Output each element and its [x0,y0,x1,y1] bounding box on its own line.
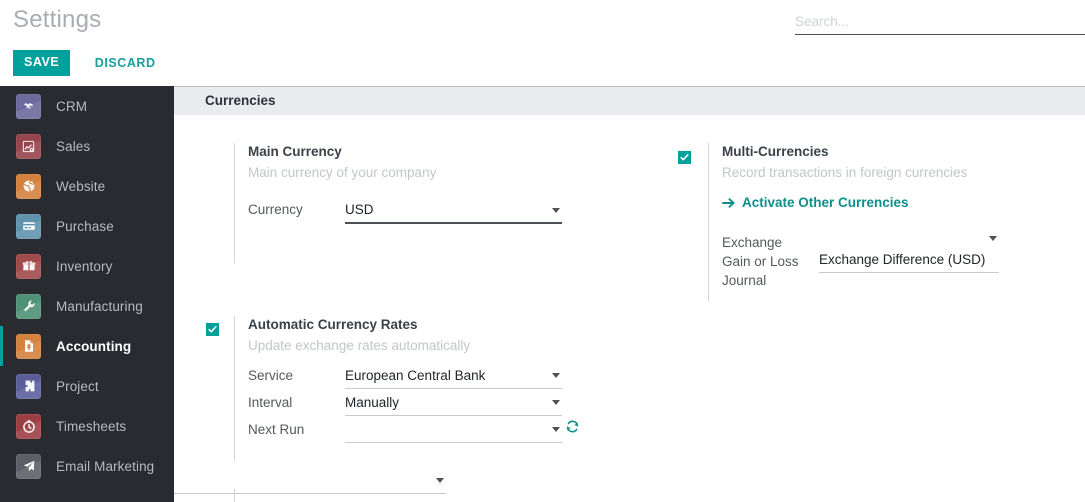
section-title: Currencies [205,93,276,108]
sidebar-item-email-marketing[interactable]: Email Marketing [0,446,174,486]
discard-button[interactable]: DISCARD [93,50,158,76]
exchange-journal-value: Exchange Difference (USD) [819,250,999,273]
sidebar-item-label: Project [56,378,99,394]
field-currency: Currency USD [248,200,562,224]
field-label: Next Run [248,422,305,437]
link-label: Activate Other Currencies [742,195,909,210]
field-label-line2: Gain or Loss [722,254,799,269]
paper-plane-icon [16,453,41,479]
settings-page: Settings SAVE DISCARD CRM Sales We [0,0,1085,502]
block-description: Update exchange rates automatically [248,338,471,353]
sidebar-item-label: Purchase [56,218,114,234]
handshake-icon [16,93,41,119]
block-title: Main Currency [248,144,342,159]
chevron-down-icon [989,236,997,241]
block-description: Record transactions in foreign currencie… [722,165,968,180]
sidebar-item-inventory[interactable]: Inventory [0,246,174,286]
action-buttons: SAVE DISCARD [13,50,158,77]
chevron-down-icon [552,373,560,378]
sidebar-item-sales[interactable]: Sales [0,126,174,166]
sidebar: CRM Sales Website Purchase Inventory Man… [0,86,174,502]
chevron-down-icon [552,400,560,405]
section-header-currencies: Currencies [174,87,1085,115]
invoice-icon [16,333,41,359]
exchange-journal-select[interactable]: Exchange Difference (USD) [819,233,999,273]
sidebar-item-purchase[interactable]: Purchase [0,206,174,246]
chart-gear-icon [16,133,41,159]
field-label-line1: Exchange [722,235,783,250]
field-next-run: Next Run [248,420,562,443]
next-run-select[interactable] [345,420,562,443]
sidebar-item-manufacturing[interactable]: Manufacturing [0,286,174,326]
field-label: Currency [248,202,303,217]
search-input[interactable] [795,9,1085,33]
next-run-select-value [345,420,562,443]
field-label-line3: Journal [722,273,767,288]
sidebar-item-label: Email Marketing [56,458,155,474]
field-partial [174,471,446,494]
page-title: Settings [13,6,102,33]
chevron-down-icon [436,478,444,483]
setting-block-automatic-currency-rates: Automatic Currency Rates Update exchange… [234,316,579,461]
sidebar-item-label: Timesheets [56,418,127,434]
field-interval: Interval Manually [248,393,562,416]
block-divider [234,143,235,263]
automatic-rates-checkbox[interactable] [206,323,219,336]
chevron-down-icon [552,208,560,213]
chevron-down-icon [552,427,560,432]
puzzle-icon [16,373,41,399]
block-title: Multi-Currencies [722,144,829,159]
field-exchange-journal: Exchange Gain or Loss Journal Exchange D… [722,233,999,290]
block-divider [708,143,709,301]
sidebar-item-label: Sales [56,138,91,154]
multi-currencies-checkbox[interactable] [678,151,691,164]
settings-content: Currencies Main Currency Main currency o… [174,86,1085,502]
card-icon [16,213,41,239]
sidebar-item-label: Website [56,178,106,194]
sidebar-item-label: Manufacturing [56,298,143,314]
box-icon [16,253,41,279]
field-label: Service [248,368,294,383]
setting-block-multi-currencies: Multi-Currencies Record transactions in … [708,143,1068,301]
sidebar-item-label: Inventory [56,258,113,274]
check-icon [680,154,689,161]
sidebar-item-project[interactable]: Project [0,366,174,406]
partial-select[interactable] [174,471,446,494]
service-select-value: European Central Bank [345,366,562,389]
globe-icon [16,173,41,199]
sidebar-item-timesheets[interactable]: Timesheets [0,406,174,446]
service-select[interactable]: European Central Bank [345,366,562,389]
wrench-icon [16,293,41,319]
save-button[interactable]: SAVE [13,50,71,76]
block-title: Automatic Currency Rates [248,317,418,332]
sidebar-item-label: CRM [56,98,88,114]
check-icon [208,326,217,333]
field-label: Interval [248,395,293,410]
search-box[interactable] [795,9,1085,35]
interval-select-value: Manually [345,393,562,416]
interval-select[interactable]: Manually [345,393,562,416]
setting-block-partial [174,471,574,502]
sidebar-item-accounting[interactable]: Accounting [0,326,174,366]
stopwatch-icon [16,413,41,439]
setting-block-main-currency: Main Currency Main currency of your comp… [234,143,574,263]
partial-select-value [174,471,446,494]
currency-select-value: USD [345,200,562,224]
sidebar-item-label: Accounting [56,338,132,354]
block-description: Main currency of your company [248,165,437,180]
block-divider [234,316,235,461]
sidebar-item-website[interactable]: Website [0,166,174,206]
activate-other-currencies-link[interactable]: Activate Other Currencies [722,195,909,210]
top-bar: Settings SAVE DISCARD [0,0,1085,86]
sidebar-item-crm[interactable]: CRM [0,86,174,126]
currency-select[interactable]: USD [345,200,562,224]
arrow-right-icon [722,197,736,209]
field-label: Exchange Gain or Loss Journal [722,233,819,290]
field-service: Service European Central Bank [248,366,562,389]
refresh-icon[interactable] [565,419,580,439]
